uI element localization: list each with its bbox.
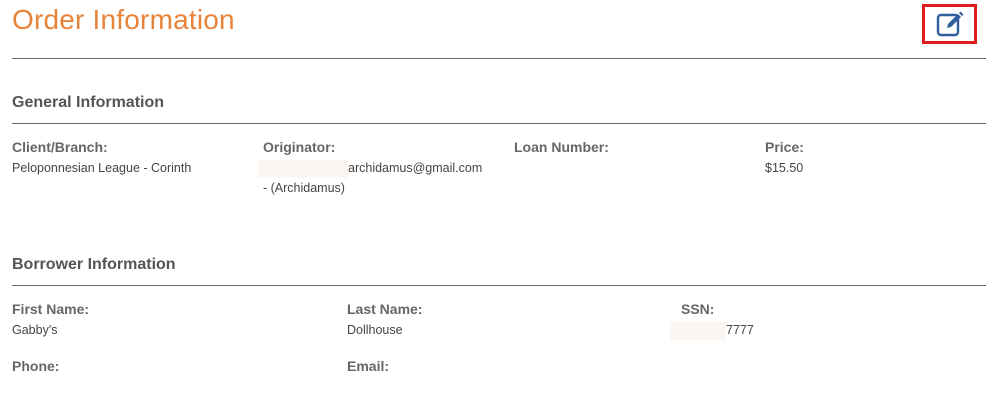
originator-label: Originator: xyxy=(263,139,336,155)
last-name-value: Dollhouse xyxy=(347,323,403,337)
general-information-divider xyxy=(12,123,986,124)
client-branch-value: Peloponnesian League - Corinth xyxy=(12,161,192,175)
edit-icon xyxy=(936,11,963,37)
general-information-heading: General Information xyxy=(12,94,165,111)
ssn-value: 7777 xyxy=(670,320,754,340)
price-value: $15.50 xyxy=(765,161,804,175)
phone-label: Phone: xyxy=(12,358,60,374)
borrower-information-heading: Borrower Information xyxy=(12,256,176,273)
ssn-label: SSN: xyxy=(681,301,715,317)
email-label: Email: xyxy=(347,358,390,374)
page-title: Order Information xyxy=(12,4,235,35)
originator-name: - (Archidamus) xyxy=(263,181,345,195)
borrower-information-divider xyxy=(12,285,986,286)
redacted-text xyxy=(670,321,726,340)
originator-value: archidamus@gmail.com xyxy=(258,158,498,178)
header-divider xyxy=(12,58,986,59)
ssn-last-four: 7777 xyxy=(726,323,754,337)
edit-order-button[interactable] xyxy=(922,4,977,44)
price-label: Price: xyxy=(765,139,804,155)
client-branch-label: Client/Branch: xyxy=(12,139,108,155)
loan-number-label: Loan Number: xyxy=(514,139,609,155)
redacted-text xyxy=(258,159,348,178)
first-name-value: Gabby's xyxy=(12,323,58,337)
order-information-page: Order Information General Information Cl… xyxy=(0,0,995,415)
last-name-label: Last Name: xyxy=(347,301,423,317)
originator-email: archidamus@gmail.com xyxy=(348,161,483,175)
first-name-label: First Name: xyxy=(12,301,90,317)
